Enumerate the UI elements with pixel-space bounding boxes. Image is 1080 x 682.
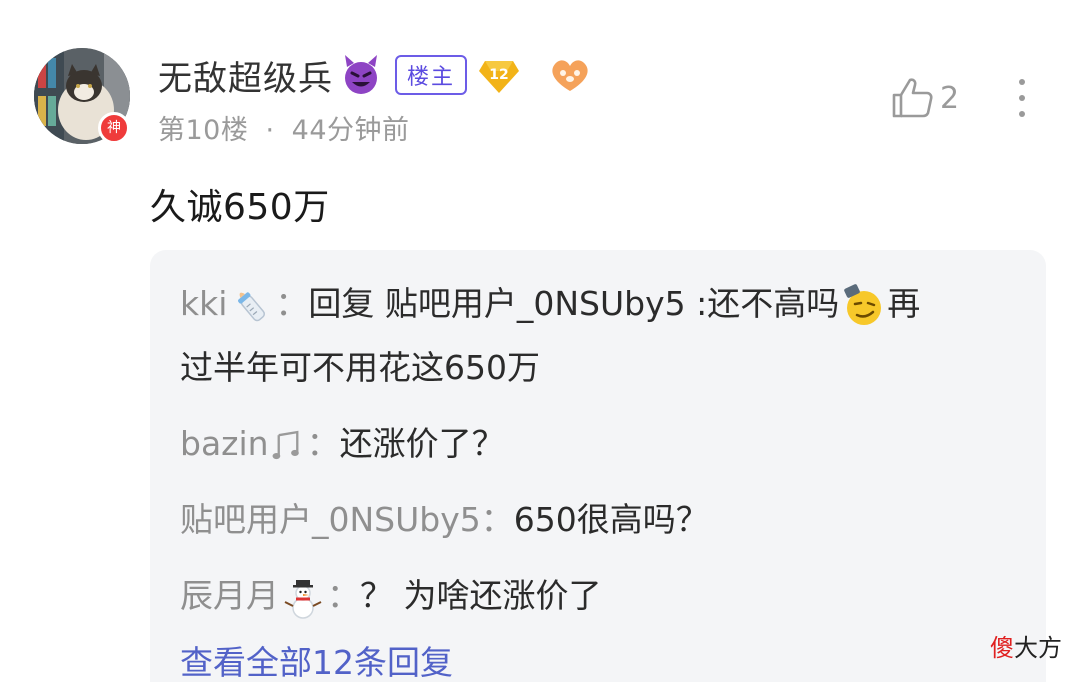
view-all-replies-link[interactable]: 查看全部12条回复 [180,638,453,682]
op-badge: 楼主 [395,55,468,95]
reply-author[interactable]: bazin [180,424,269,463]
reply-item: kki ：回复 贴吧用户_0NSUby5 :还不高吗 再 [180,270,920,338]
reply-author[interactable]: 辰月月 [180,576,279,615]
reply-colon: ： [480,500,514,539]
post-content: 久诚650万 [150,187,330,228]
reply-colon: ： [275,284,309,323]
reply-item: 辰月月 ：？ 为啥还涨价了 [180,562,602,630]
level-badge: 12 [477,55,521,95]
reply-author[interactable]: 贴吧用户_0NSUby5 [180,500,481,539]
reply-text: 还涨价了？ [339,424,505,463]
reply-text: 过半年可不用花这650万 [180,348,540,387]
watermark-red-text: 傻 [990,634,1014,662]
reply-text-tail: 再 [887,284,921,323]
post-meta: 第10楼 · 44分钟前 [158,108,410,147]
author-name[interactable]: 无敌超级兵 [158,51,333,100]
god-rank-badge: 神 [98,112,130,144]
level-number: 12 [489,67,509,83]
music-note-icon [272,430,299,459]
paw-heart-icon [552,60,588,91]
reply-colon: ： [327,576,360,615]
meta-separator: · [265,115,275,146]
like-button[interactable]: 2 [890,76,959,120]
reply-text: ？ 为啥还涨价了 [360,576,602,615]
author-row: 无敌超级兵 楼主 12 [158,50,593,100]
thumbs-up-icon [892,78,933,118]
watermark-text: 大方 [1014,634,1062,662]
like-count: 2 [940,80,960,116]
baby-bottle-icon [238,291,266,321]
reply-colon: ： [306,424,340,463]
reply-author[interactable]: kki [180,284,227,323]
smirk-face-icon [844,283,882,325]
more-options-icon[interactable] [1010,76,1034,120]
reply-item: 贴吧用户_0NSUby5：650很高吗？ [180,486,709,554]
reply-text: 回复 贴吧用户_0NSUby5 :还不高吗 [308,284,840,323]
reply-text: 650很高吗？ [513,500,709,539]
reply-item-continuation: 过半年可不用花这650万 [180,334,540,402]
smiling-devil-icon [345,55,377,94]
snowman-icon [284,579,322,619]
post-time: 44分钟前 [291,115,410,146]
reply-preview-box[interactable]: kki ：回复 贴吧用户_0NSUby5 :还不高吗 再 过半年可不用花这650… [150,250,1046,682]
floor-number: 第10楼 [158,115,249,146]
watermark: 傻大方 [990,628,1062,663]
reply-item: bazin ：还涨价了？ [180,410,505,478]
